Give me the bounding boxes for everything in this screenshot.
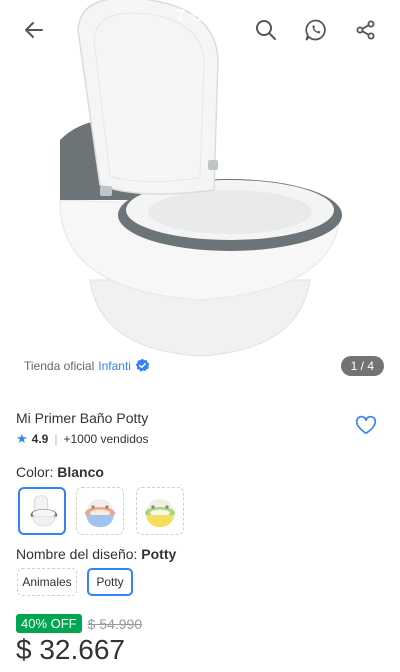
store-prefix: Tienda oficial bbox=[24, 358, 95, 373]
rating-row[interactable]: ★ 4.9 | +1000 vendidos bbox=[16, 431, 149, 447]
original-price: $ 54.990 bbox=[87, 615, 143, 632]
sold-count: +1000 vendidos bbox=[63, 432, 149, 446]
color-swatch-yellow[interactable] bbox=[136, 487, 184, 535]
heart-icon bbox=[355, 415, 377, 435]
star-icon: ★ bbox=[16, 431, 28, 446]
color-swatch-white[interactable] bbox=[18, 487, 66, 535]
design-label: Nombre del diseño: Potty bbox=[16, 546, 176, 562]
design-option-animales[interactable]: Animales bbox=[17, 568, 77, 596]
search-button[interactable] bbox=[248, 12, 284, 48]
current-price: $ 32.667 bbox=[16, 634, 125, 665]
top-bar: 7 d bbox=[0, 0, 400, 60]
swatch-pink-image bbox=[85, 499, 115, 527]
rating-divider: | bbox=[54, 432, 58, 446]
share-button[interactable] bbox=[348, 12, 384, 48]
favorite-button[interactable] bbox=[352, 412, 380, 440]
product-title: Mi Primer Baño Potty bbox=[16, 410, 149, 426]
design-option-potty[interactable]: Potty bbox=[87, 568, 133, 596]
discount-row: 40% OFF $ 54.990 bbox=[16, 614, 142, 633]
color-selected: Blanco bbox=[57, 464, 104, 480]
whatsapp-icon bbox=[305, 19, 326, 41]
rating-value: 4.9 bbox=[31, 432, 49, 446]
whatsapp-button[interactable] bbox=[298, 12, 334, 48]
overlay-text: 7 d bbox=[176, 6, 203, 25]
search-icon bbox=[256, 20, 276, 40]
back-button[interactable] bbox=[16, 12, 52, 48]
discount-badge: 40% OFF bbox=[16, 614, 82, 633]
image-counter: 1 / 4 bbox=[340, 356, 384, 376]
color-swatch-pink[interactable] bbox=[76, 487, 124, 535]
swatch-white-image bbox=[30, 495, 58, 527]
color-label: Color: Blanco bbox=[16, 464, 104, 480]
product-gallery[interactable]: 7 d Tienda oficial Infanti 1 / 4 bbox=[0, 0, 400, 392]
design-label-text: Nombre del diseño: bbox=[16, 546, 142, 562]
share-icon bbox=[356, 20, 375, 40]
store-name[interactable]: Infanti bbox=[98, 359, 131, 373]
color-label-text: Color: bbox=[16, 464, 58, 480]
official-store-tag[interactable]: Tienda oficial Infanti bbox=[24, 358, 150, 373]
design-selected: Potty bbox=[141, 546, 177, 562]
back-arrow-icon bbox=[25, 22, 43, 38]
swatch-yellow-image bbox=[145, 499, 175, 527]
verified-icon bbox=[135, 358, 150, 373]
